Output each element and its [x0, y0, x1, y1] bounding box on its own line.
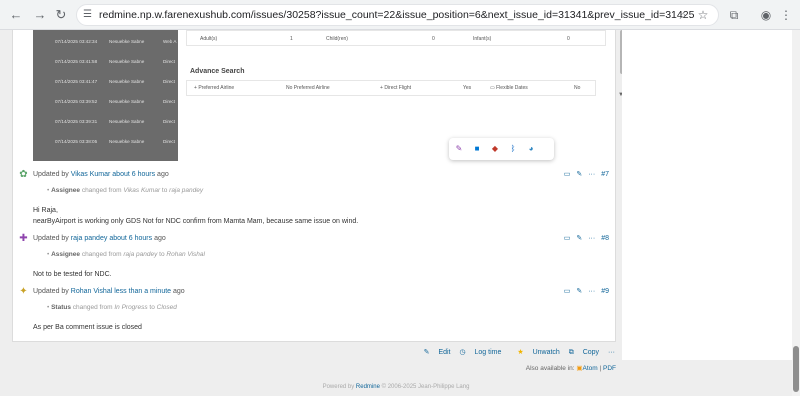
issue-history: 07/14/2025 03:42:34 Nesuebke Sabne Web A 0… — [12, 30, 624, 342]
attachment-image-dark: 07/14/2025 03:42:34 Nesuebke Sabne Web A 0… — [33, 30, 178, 161]
sidebar — [622, 30, 792, 360]
adult-label: Adult(s) — [200, 36, 218, 42]
pen-icon[interactable]: ✎ — [453, 143, 465, 155]
journal-note: nearByAirport is working only GDS Not fo… — [33, 218, 359, 225]
address-bar[interactable]: ☰ redmine.np.w.farenexushub.com/issues/3… — [76, 4, 719, 26]
browser-toolbar: ← → ↻ ☰ redmine.np.w.farenexushub.com/is… — [0, 0, 800, 30]
time-link[interactable]: about 6 hours — [109, 235, 152, 242]
avatar: ✚ — [19, 233, 28, 244]
copy-button[interactable]: ⧉ Copy — [569, 349, 599, 356]
journal-number-link[interactable]: #7 — [601, 171, 609, 178]
flexible-dates-value: No — [574, 85, 581, 91]
redmine-link[interactable]: Redmine — [356, 384, 380, 390]
outlook-icon[interactable]: ■ — [471, 143, 483, 155]
url-text: redmine.np.w.farenexushub.com/issues/302… — [99, 9, 695, 21]
time-link[interactable]: less than a minute — [114, 288, 171, 295]
quote-icon[interactable]: ▭ — [564, 171, 571, 178]
journal-header: Updated by Rohan Vishal less than a minu… — [33, 288, 185, 295]
floating-toolbar: ✎ ■ ◆ ᛒ ◕ — [449, 138, 554, 160]
author-link[interactable]: raja pandey — [71, 235, 108, 242]
avatar: ✦ — [19, 286, 28, 297]
preferred-airline-value: No Preferred Airline — [286, 85, 330, 91]
log-time-button[interactable]: ◷ Log time — [459, 349, 501, 356]
time-link[interactable]: about 6 hours — [112, 171, 155, 178]
journal-detail: • Assignee changed from Vikas Kumar to r… — [47, 187, 204, 194]
author-link[interactable]: Rohan Vishal — [71, 288, 113, 295]
direct-flight-value: Yes — [463, 85, 472, 91]
journal-actions: ▭ ✎ ··· #9 — [558, 286, 609, 297]
site-info-icon[interactable]: ☰ — [83, 9, 95, 21]
journal-detail: • Status changed from In Progress to Clo… — [47, 304, 177, 311]
quote-icon[interactable]: ▭ — [564, 235, 571, 242]
extensions-icon[interactable]: ⧉ — [726, 7, 742, 23]
more-actions-button[interactable]: ··· — [608, 349, 615, 356]
child-value: 0 — [432, 36, 435, 42]
scrollbar-thumb[interactable] — [793, 346, 799, 392]
zoom-icon[interactable]: ⌕ — [675, 7, 691, 23]
edit-button[interactable]: ✎ Edit — [424, 349, 451, 356]
edge-icon[interactable]: ◕ — [525, 143, 537, 155]
page-scrollbar[interactable] — [792, 30, 800, 396]
forward-icon[interactable]: → — [32, 7, 48, 23]
page: 07/14/2025 03:42:34 Nesuebke Sabne Web A 0… — [0, 30, 792, 396]
more-icon[interactable]: ··· — [588, 235, 595, 242]
avatar: ✿ — [19, 169, 28, 180]
table-row: 07/14/2025 03:39:52 Nesuebke Sabne Direct — [55, 99, 175, 104]
table-row: 07/14/2025 03:39:31 Nesuebke Sabne Direct — [55, 119, 175, 124]
journal-note: As per Ba comment issue is closed — [33, 324, 142, 331]
unwatch-button[interactable]: ★ Unwatch — [510, 349, 559, 356]
preferred-airline-label: + Preferred Airline — [194, 85, 235, 91]
bookmark-star-icon[interactable]: ☆ — [695, 7, 711, 23]
journal-number-link[interactable]: #9 — [601, 288, 609, 295]
journal-actions: ▭ ✎ ··· #7 — [558, 169, 609, 180]
direct-flight-label: + Direct Flight — [380, 85, 411, 91]
journal-number-link[interactable]: #8 — [601, 235, 609, 242]
adult-value: 1 — [290, 36, 293, 42]
infant-label: Infant(s) — [473, 36, 492, 42]
journal-header: Updated by raja pandey about 6 hours ago — [33, 235, 166, 242]
journal-header: Updated by Vikas Kumar about 6 hours ago — [33, 171, 169, 178]
edit-icon[interactable]: ✎ — [576, 171, 582, 178]
journal-note: Not to be tested for NDC. — [33, 271, 112, 278]
profile-icon[interactable]: ◉ — [758, 7, 774, 23]
other-formats: Also available in: ▣Atom | PDF — [525, 365, 616, 372]
infant-value: 0 — [567, 36, 570, 42]
table-row: 07/14/2025 03:41:58 Nesuebke Sabne Direct — [55, 59, 175, 64]
back-icon[interactable]: ← — [8, 7, 24, 23]
office-icon[interactable]: ◆ — [489, 143, 501, 155]
atom-link[interactable]: ▣Atom — [576, 365, 597, 372]
pax-row — [186, 30, 606, 46]
menu-icon[interactable]: ⋮ — [778, 7, 794, 23]
journal-note: Hi Raja, — [33, 207, 58, 214]
footer: Powered by Redmine © 2006-2025 Jean-Phil… — [322, 384, 470, 390]
quote-icon[interactable]: ▭ — [564, 288, 571, 295]
reload-icon[interactable]: ↻ — [53, 7, 69, 23]
bluetooth-icon[interactable]: ᛒ — [507, 143, 519, 155]
journal-detail: • Assignee changed from raja pandey to R… — [47, 251, 205, 258]
journal-actions: ▭ ✎ ··· #8 — [558, 233, 609, 244]
edit-icon[interactable]: ✎ — [576, 235, 582, 242]
advance-search-title: Advance Search — [190, 68, 245, 75]
table-row: 07/14/2025 03:42:34 Nesuebke Sabne Web A — [55, 39, 177, 44]
pdf-link[interactable]: PDF — [603, 365, 616, 372]
more-icon[interactable]: ··· — [588, 288, 595, 295]
more-icon[interactable]: ··· — [588, 171, 595, 178]
child-label: Child(ren) — [326, 36, 348, 42]
issue-actions: ✎ Edit ◷ Log time ★ Unwatch ⧉ Copy ··· — [417, 348, 615, 358]
edit-icon[interactable]: ✎ — [576, 288, 582, 295]
table-row: 07/14/2025 03:38:05 Nesuebke Sabne Direct — [55, 139, 175, 144]
author-link[interactable]: Vikas Kumar — [71, 171, 111, 178]
table-row: 07/14/2025 03:41:47 Nesuebke Sabne Direct — [55, 79, 175, 84]
flexible-dates-label: ▭ Flexible Dates — [490, 85, 528, 91]
